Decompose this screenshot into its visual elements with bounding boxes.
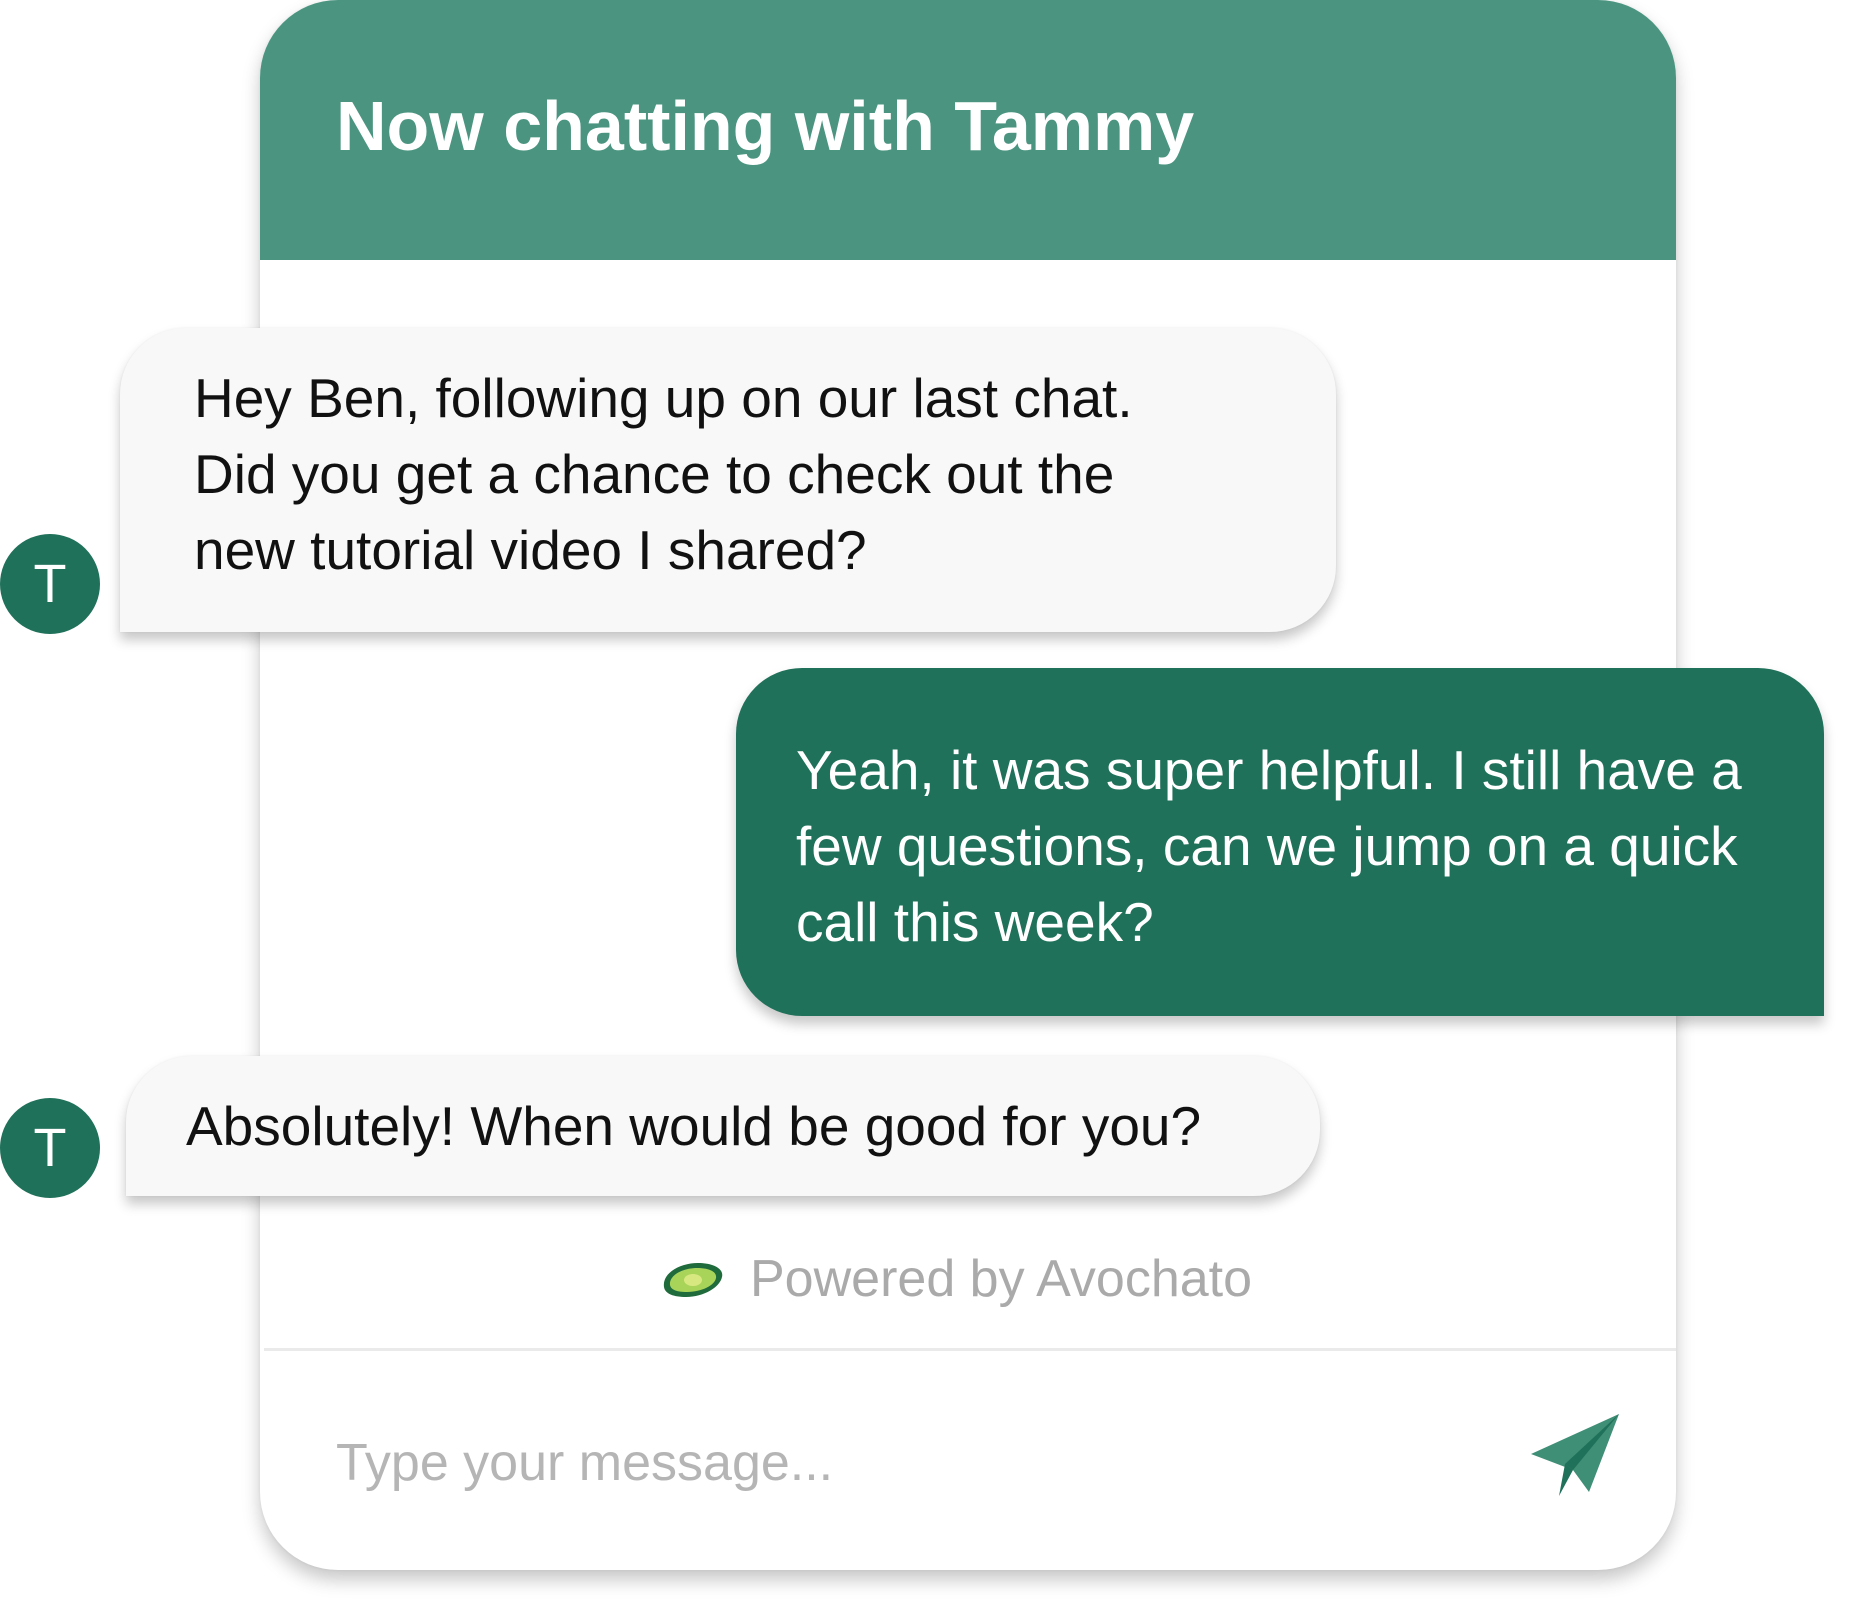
message-line: Absolutely! When would be good for you?	[186, 1095, 1202, 1157]
message-line: Hey Ben, following up on our last chat.	[194, 367, 1133, 429]
avatar: T	[0, 534, 100, 634]
avatar: T	[0, 1098, 100, 1198]
powered-by: Powered by Avochato	[660, 1244, 1252, 1314]
message-line: few questions, can we jump on a quick	[796, 815, 1738, 877]
powered-by-text[interactable]: Powered by Avochato	[750, 1249, 1252, 1309]
chat-header: Now chatting with Tammy	[260, 0, 1676, 260]
message-bubble-outgoing: Yeah, it was super helpful. I still have…	[736, 668, 1824, 1016]
message-line: new tutorial video I shared?	[194, 519, 867, 581]
message-input[interactable]	[336, 1418, 1436, 1508]
chat-title: Now chatting with Tammy	[336, 87, 1195, 165]
avocado-icon	[660, 1257, 726, 1301]
message-line: Yeah, it was super helpful. I still have…	[796, 739, 1742, 801]
message-bubble-incoming: Absolutely! When would be good for you?	[126, 1056, 1320, 1196]
send-button[interactable]	[1520, 1408, 1630, 1508]
paper-plane-icon	[1527, 1412, 1623, 1505]
composer-divider	[264, 1348, 1676, 1351]
message-line: Did you get a chance to check out the	[194, 443, 1115, 505]
message-bubble-incoming: Hey Ben, following up on our last chat. …	[120, 328, 1336, 632]
message-line: call this week?	[796, 891, 1154, 953]
